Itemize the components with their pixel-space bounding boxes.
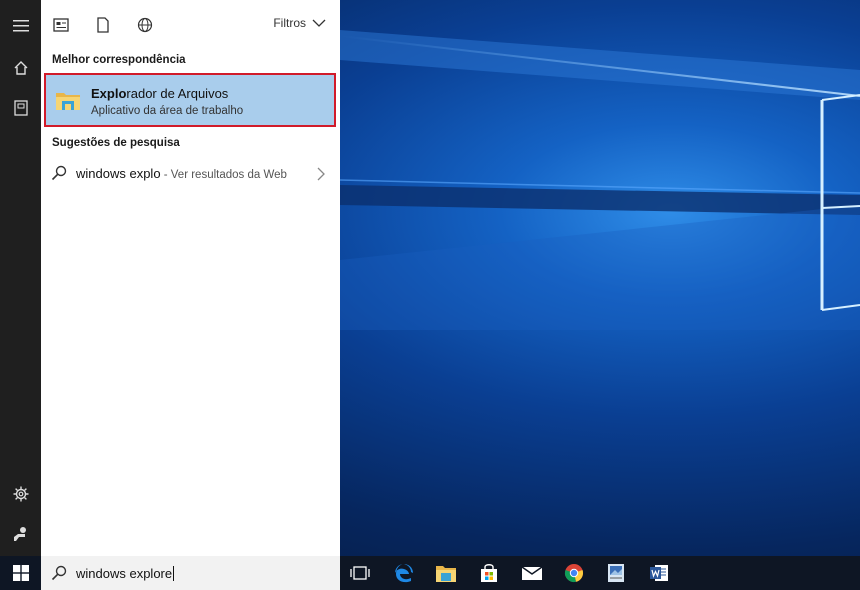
file-explorer-icon <box>436 566 456 582</box>
suggestion-hint: - Ver resultados da Web <box>160 169 287 181</box>
apps-filter-icon <box>53 18 69 32</box>
start-button[interactable] <box>0 556 41 590</box>
filters-label: Filtros <box>273 16 306 30</box>
documents-filter-button[interactable] <box>92 14 114 36</box>
app-button[interactable] <box>604 561 628 585</box>
best-match-title-rest: rador de Arquivos <box>126 86 229 101</box>
edge-button[interactable] <box>392 561 416 585</box>
settings-button[interactable] <box>0 474 41 514</box>
store-icon <box>481 564 497 582</box>
documents-filter-icon <box>97 17 109 33</box>
web-filter-button[interactable] <box>134 14 156 36</box>
text-caret <box>173 566 175 581</box>
search-icon <box>51 565 67 581</box>
feedback-button[interactable] <box>0 514 41 554</box>
suggestion-text: windows explo - Ver resultados da Web <box>76 166 287 181</box>
task-view-icon <box>350 566 370 580</box>
store-button[interactable] <box>477 561 501 585</box>
word-button[interactable] <box>647 561 671 585</box>
suggestion-query: windows explo <box>76 166 161 181</box>
web-filter-icon <box>137 17 153 33</box>
edge-icon <box>395 564 413 583</box>
mail-icon <box>521 566 543 580</box>
search-input[interactable]: windows explore <box>76 566 175 581</box>
search-results-panel: Filtros Melhor correspondência Explorado… <box>41 0 340 556</box>
notebook-icon <box>13 100 28 116</box>
web-suggestion-item[interactable]: windows explo - Ver resultados da Web <box>41 158 340 190</box>
panel-toolbar: Filtros <box>41 0 340 50</box>
search-icon <box>51 165 67 181</box>
hamburger-icon <box>12 20 29 32</box>
notebook-button[interactable] <box>0 88 41 128</box>
hamburger-menu-button[interactable] <box>0 6 41 46</box>
chevron-down-icon <box>312 19 326 27</box>
chrome-button[interactable] <box>562 561 586 585</box>
home-button[interactable] <box>0 48 41 88</box>
file-explorer-icon <box>56 93 80 110</box>
settings-icon <box>13 486 28 502</box>
feedback-icon <box>13 527 26 541</box>
taskbar-search-box[interactable]: windows explore <box>41 556 340 590</box>
task-view-button[interactable] <box>348 561 372 585</box>
word-icon <box>650 565 668 581</box>
home-icon <box>14 61 27 75</box>
best-match-title-match: Explo <box>91 86 127 101</box>
filters-dropdown[interactable]: Filtros <box>273 16 326 30</box>
windows-start-icon <box>12 565 29 581</box>
chrome-icon <box>564 564 584 583</box>
app-icon <box>608 564 624 582</box>
start-left-rail <box>0 0 41 556</box>
search-input-value: windows explore <box>76 566 173 581</box>
apps-filter-button[interactable] <box>50 14 72 36</box>
best-match-title: Explorador de Arquivos <box>91 86 228 101</box>
suggestions-heading: Sugestões de pesquisa <box>52 137 180 149</box>
mail-button[interactable] <box>520 561 544 585</box>
file-explorer-button[interactable] <box>434 561 458 585</box>
best-match-subtitle: Aplicativo da área de trabalho <box>91 105 244 117</box>
best-match-result[interactable]: Explorador de Arquivos Aplicativo da áre… <box>44 73 336 127</box>
best-match-heading: Melhor correspondência <box>52 54 186 66</box>
chevron-right-icon <box>317 167 325 181</box>
taskbar: windows explore <box>0 556 860 590</box>
